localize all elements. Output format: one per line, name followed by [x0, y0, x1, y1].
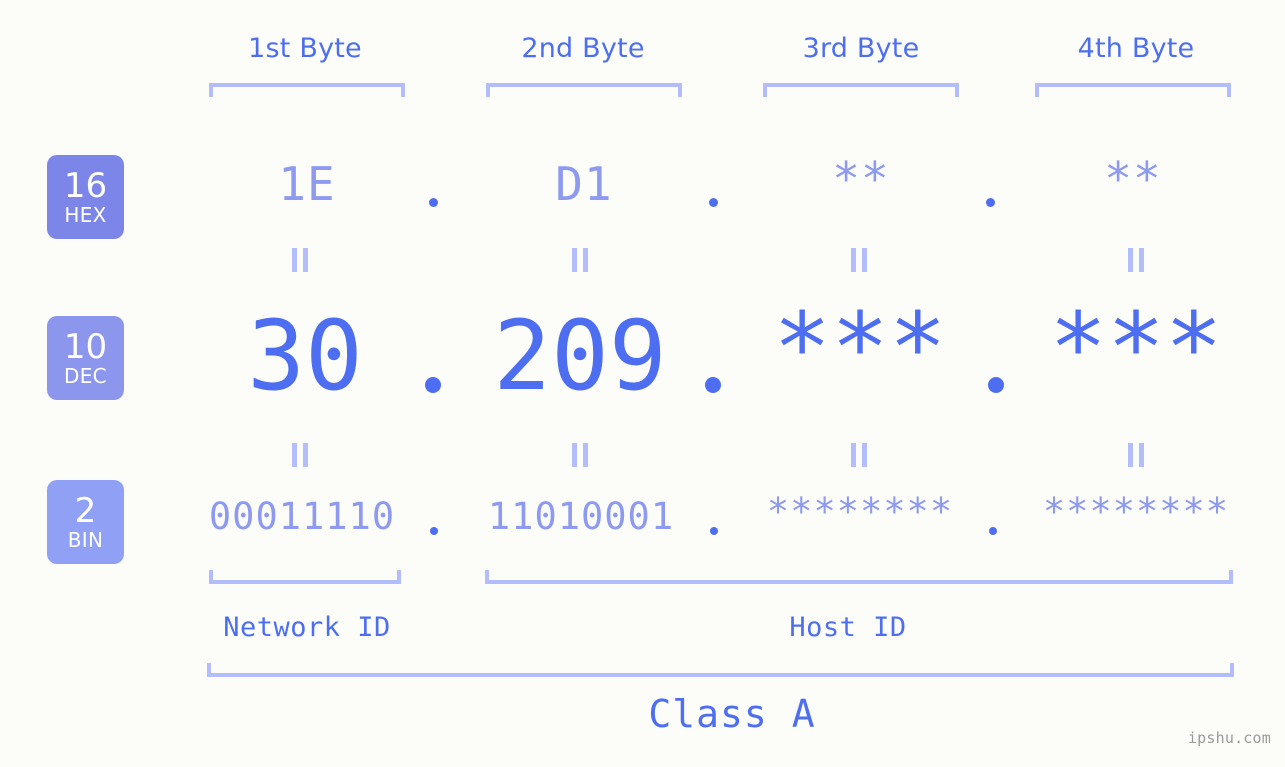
dec-octet-3: *** [773, 292, 947, 404]
hex-separator-dot-3 [986, 198, 995, 207]
equals-connector-dec-bin-1 [292, 443, 309, 467]
hex-separator-dot-1 [429, 198, 438, 207]
base-badge-dec-number: 10 [63, 327, 108, 367]
site-watermark: ipshu.com [1187, 729, 1271, 747]
hex-octet-1: 1E [278, 157, 336, 211]
base-badge-hex: 16 HEX [47, 155, 124, 239]
ip-address-breakdown-diagram: 1st Byte 2nd Byte 3rd Byte 4th Byte 16 H… [0, 0, 1285, 767]
host-id-bracket [485, 570, 1233, 584]
dec-separator-dot-3 [988, 377, 1004, 393]
host-id-label: Host ID [789, 612, 907, 643]
network-id-bracket [209, 570, 401, 584]
base-badge-bin: 2 BIN [47, 480, 124, 564]
class-bracket [207, 663, 1234, 677]
base-badge-bin-name: BIN [67, 528, 104, 552]
hex-separator-dot-2 [709, 198, 718, 207]
network-id-label: Network ID [223, 612, 391, 643]
hex-octet-4: ** [1104, 152, 1162, 206]
bin-octet-3: ******** [766, 490, 954, 533]
dec-octet-1: 30 [247, 300, 363, 412]
equals-connector-dec-bin-2 [572, 443, 589, 467]
equals-connector-hex-dec-1 [292, 248, 309, 272]
hex-octet-2: D1 [555, 157, 613, 211]
base-badge-dec: 10 DEC [47, 316, 124, 400]
hex-octet-3: ** [832, 152, 890, 206]
equals-connector-hex-dec-3 [851, 248, 868, 272]
byte-bracket-top-2 [486, 83, 682, 97]
bin-separator-dot-2 [710, 527, 718, 535]
bin-separator-dot-3 [989, 527, 997, 535]
byte-header-4: 4th Byte [1077, 33, 1195, 64]
equals-connector-dec-bin-4 [1128, 443, 1145, 467]
byte-header-1: 1st Byte [248, 33, 362, 64]
dec-separator-dot-1 [425, 377, 441, 393]
base-badge-bin-number: 2 [74, 491, 97, 531]
base-badge-dec-name: DEC [64, 364, 107, 388]
byte-bracket-top-1 [209, 83, 405, 97]
byte-header-2: 2nd Byte [521, 33, 645, 64]
base-badge-hex-number: 16 [63, 166, 108, 206]
base-badge-hex-name: HEX [64, 203, 107, 227]
dec-separator-dot-2 [705, 377, 721, 393]
byte-bracket-top-4 [1035, 83, 1231, 97]
bin-separator-dot-1 [430, 527, 438, 535]
dec-octet-4: *** [1049, 292, 1223, 404]
bin-octet-2: 11010001 [487, 495, 675, 538]
bin-octet-1: 00011110 [208, 495, 396, 538]
equals-connector-hex-dec-4 [1128, 248, 1145, 272]
dec-octet-2: 209 [493, 300, 667, 412]
byte-bracket-top-3 [763, 83, 959, 97]
bin-octet-4: ******** [1042, 490, 1230, 533]
equals-connector-hex-dec-2 [572, 248, 589, 272]
equals-connector-dec-bin-3 [851, 443, 868, 467]
class-label: Class A [648, 692, 816, 736]
byte-header-3: 3rd Byte [802, 33, 920, 64]
